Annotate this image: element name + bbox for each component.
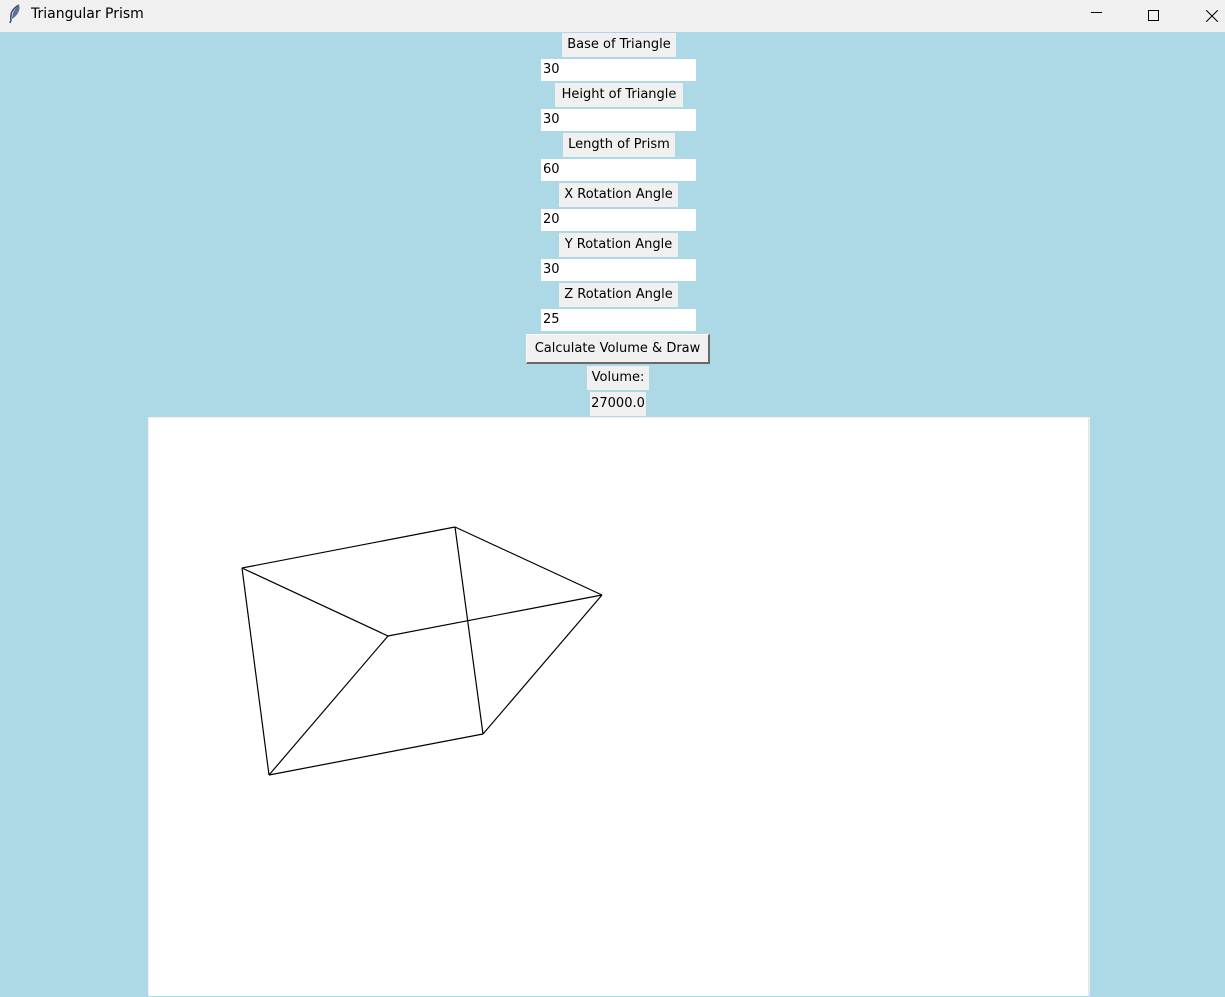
prism-edge (241, 567, 389, 637)
prism-edge (241, 526, 456, 569)
maximize-button[interactable] (1131, 0, 1177, 32)
base-label: Base of Triangle (562, 33, 676, 57)
title-bar: Triangular Prism (0, 0, 1225, 32)
prism-edge (241, 567, 270, 776)
prism-edge (454, 526, 603, 596)
volume-label: Volume: (587, 366, 649, 390)
x-rotation-input[interactable] (541, 209, 696, 231)
x-rotation-label: X Rotation Angle (559, 183, 678, 207)
drawing-canvas (148, 417, 1090, 996)
length-input[interactable] (541, 159, 696, 181)
prism-edge (268, 733, 484, 776)
prism-edge (454, 526, 484, 735)
feather-icon (7, 4, 23, 24)
close-button[interactable] (1189, 0, 1225, 32)
z-rotation-label: Z Rotation Angle (559, 283, 678, 307)
prism-edge (268, 635, 389, 776)
maximize-icon (1148, 10, 1159, 21)
height-input[interactable] (541, 109, 696, 131)
calculate-draw-button[interactable]: Calculate Volume & Draw (526, 334, 710, 364)
length-label: Length of Prism (563, 133, 675, 157)
minimize-button[interactable] (1074, 0, 1120, 32)
y-rotation-label: Y Rotation Angle (559, 233, 678, 257)
base-input[interactable] (541, 59, 696, 81)
prism-edge (387, 594, 603, 637)
window-title: Triangular Prism (31, 6, 144, 22)
z-rotation-input[interactable] (541, 309, 696, 331)
prism-drawing (241, 526, 603, 776)
minimize-icon (1091, 12, 1102, 13)
prism-edge (482, 594, 603, 735)
height-label: Height of Triangle (555, 83, 683, 107)
close-icon (1206, 10, 1218, 22)
y-rotation-input[interactable] (541, 259, 696, 281)
volume-value: 27000.0 (590, 392, 646, 416)
